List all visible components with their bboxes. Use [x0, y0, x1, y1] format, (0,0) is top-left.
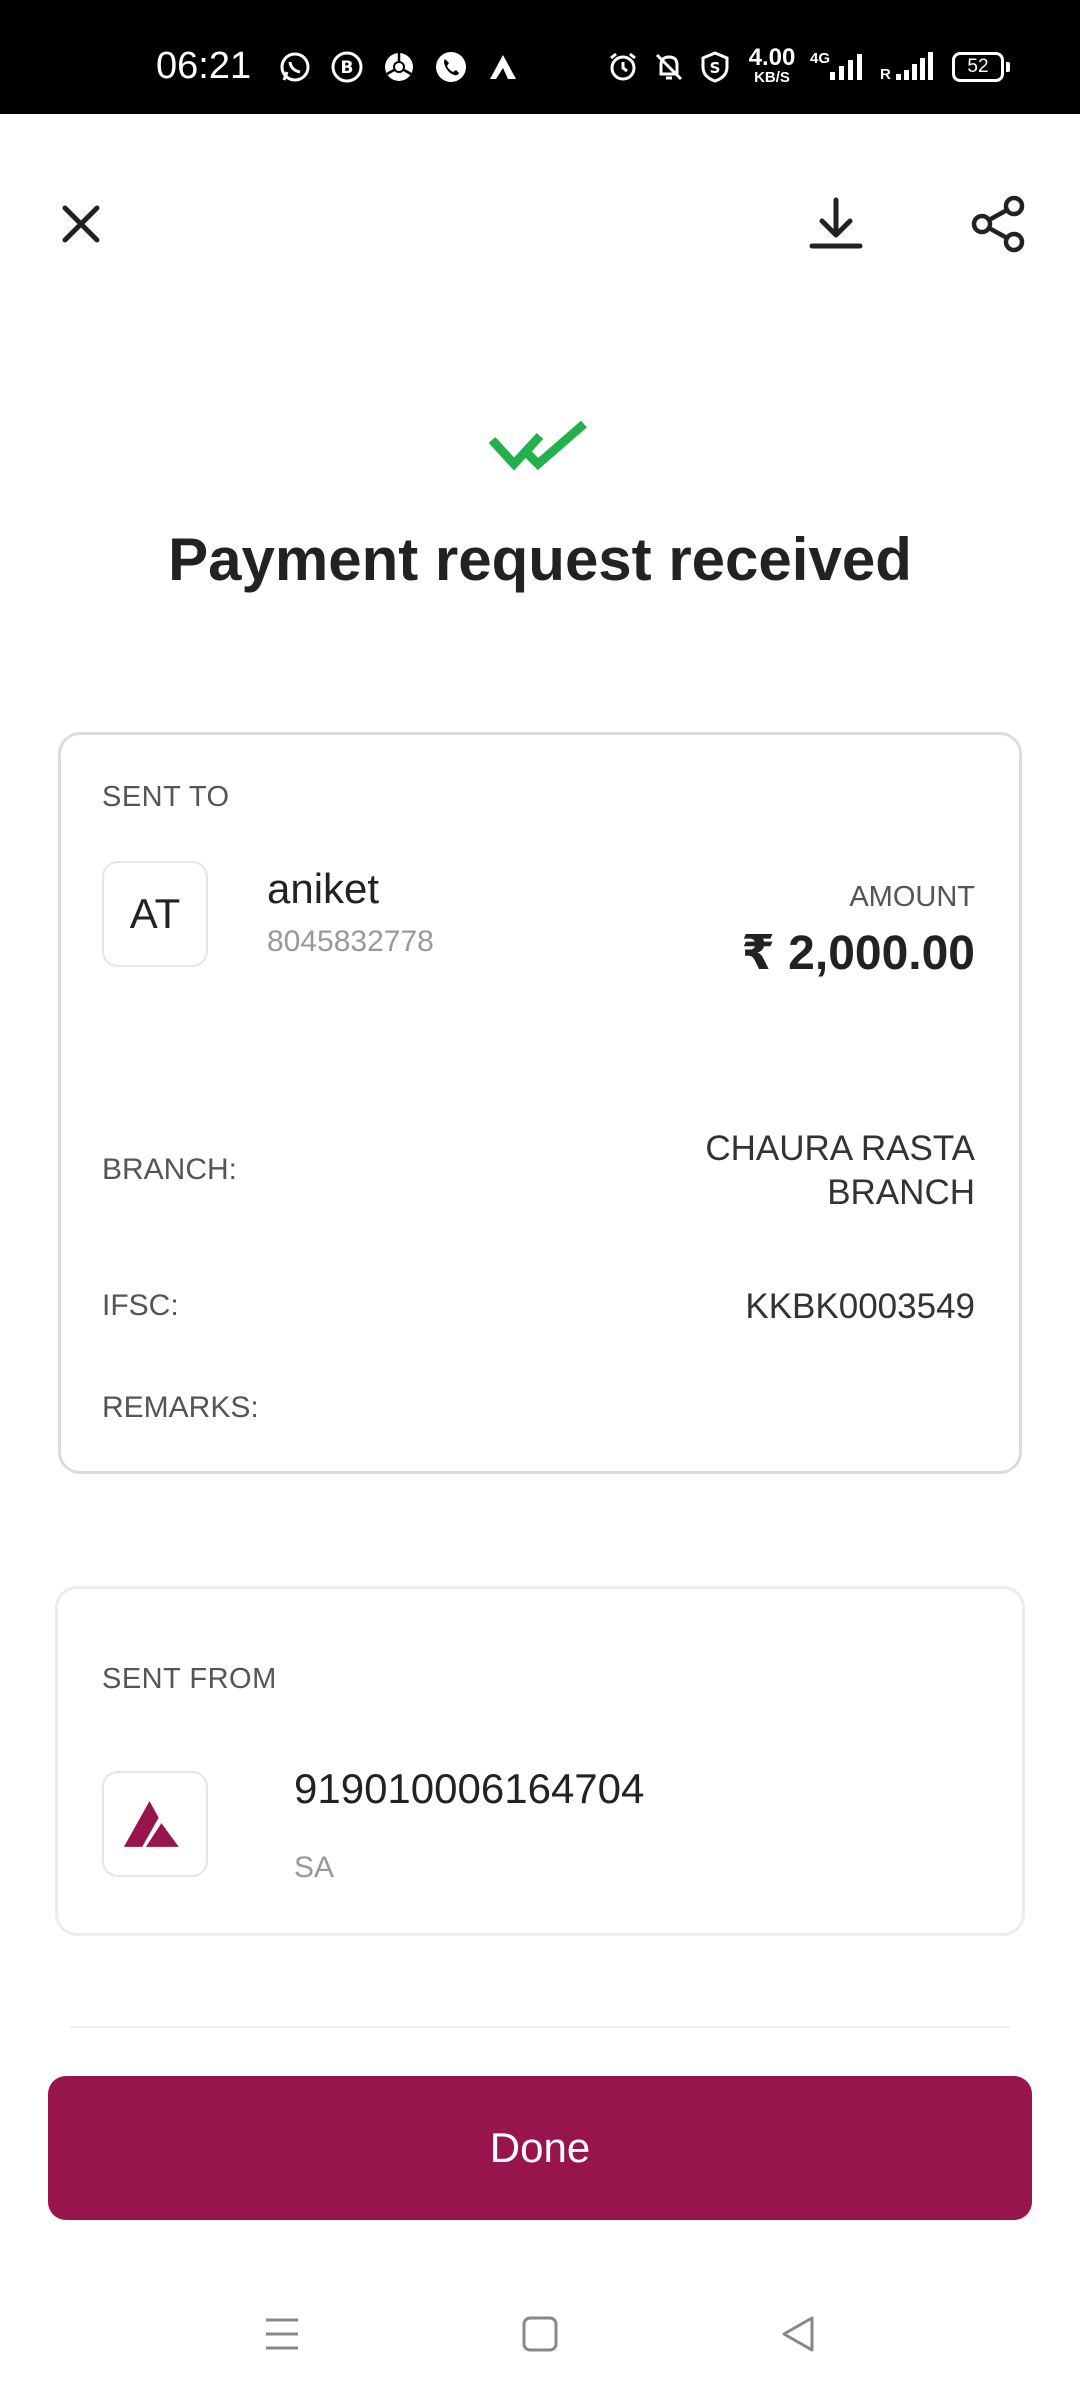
account-type: SA — [294, 1851, 335, 1884]
axis-bank-logo-icon — [123, 1801, 179, 1847]
download-icon — [809, 197, 863, 249]
roaming-label: R — [880, 66, 891, 83]
shield-icon: S — [698, 50, 732, 84]
phone-call-icon — [434, 50, 468, 84]
page-title: Payment request received — [168, 526, 912, 593]
svg-text:S: S — [710, 59, 721, 77]
remarks-label: REMARKS: — [102, 1391, 259, 1424]
whatsapp-icon — [278, 50, 312, 84]
payee-phone: 8045832778 — [267, 925, 434, 958]
signal-icon — [826, 50, 872, 84]
sent-from-card: SENT FROM 919010006164704 SA — [55, 1586, 1025, 1936]
battery-indicator: 52 — [952, 52, 1010, 82]
double-check-icon — [488, 420, 587, 471]
nav-home-button[interactable] — [512, 2306, 568, 2362]
menu-icon — [266, 2318, 298, 2350]
close-button[interactable] — [45, 188, 117, 260]
axis-app-icon — [486, 50, 520, 84]
account-number: 919010006164704 — [294, 1765, 645, 1812]
ifsc-value: KKBK0003549 — [745, 1287, 975, 1326]
home-square-icon — [522, 2316, 558, 2352]
mute-bell-icon — [652, 50, 686, 84]
back-triangle-icon — [782, 2316, 814, 2352]
branch-label: BRANCH: — [102, 1153, 238, 1186]
divider — [70, 2026, 1010, 2028]
branch-value-line2: BRANCH — [827, 1173, 975, 1212]
signal-icon-2 — [894, 50, 940, 84]
amount-value: ₹ 2,000.00 — [741, 927, 975, 980]
b-app-icon: B — [330, 50, 364, 84]
sent-from-label: SENT FROM — [102, 1663, 277, 1695]
network-speed: 4.00 KB/S — [744, 46, 800, 86]
amount-label: AMOUNT — [849, 881, 975, 913]
done-button[interactable]: Done — [48, 2076, 1032, 2220]
share-button[interactable] — [962, 188, 1034, 260]
nav-menu-button[interactable] — [254, 2306, 310, 2362]
status-time: 06:21 — [156, 45, 252, 87]
status-bar: 06:21 B S 4.00 KB/S 4G R 52 — [0, 0, 1080, 114]
alarm-icon — [606, 50, 640, 84]
branch-value: CHAURA RASTA BRANCH — [705, 1127, 975, 1215]
chrome-icon — [382, 50, 416, 84]
download-button[interactable] — [800, 188, 872, 260]
svg-text:B: B — [341, 58, 354, 78]
nav-back-button[interactable] — [770, 2306, 826, 2362]
branch-value-line1: CHAURA RASTA — [705, 1129, 975, 1168]
network-speed-unit: KB/S — [754, 69, 790, 86]
close-icon — [62, 205, 100, 243]
payee-name: aniket — [267, 865, 380, 912]
sent-to-card: SENT TO AT aniket 8045832778 AMOUNT ₹ 2,… — [58, 732, 1022, 1474]
payee-avatar: AT — [102, 861, 208, 967]
sent-to-label: SENT TO — [102, 781, 230, 813]
ifsc-label: IFSC: — [102, 1289, 179, 1322]
share-icon — [971, 195, 1025, 253]
bank-logo — [102, 1771, 208, 1877]
network-speed-value: 4.00 — [748, 44, 796, 71]
